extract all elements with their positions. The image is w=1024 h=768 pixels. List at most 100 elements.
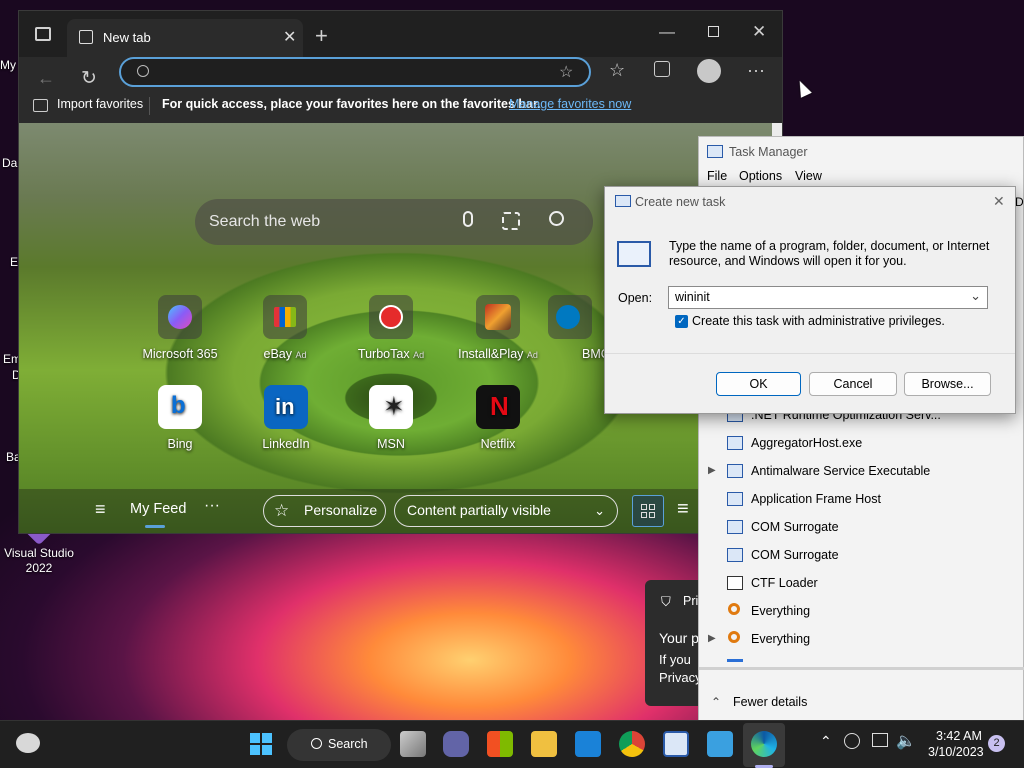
import-favorites-button[interactable]: Import favorites (57, 97, 143, 111)
tile-bing[interactable]: b Bing (130, 385, 230, 451)
back-icon[interactable]: ← (37, 69, 55, 87)
close-window-icon[interactable]: ✕ (752, 23, 766, 40)
ad-badge: Ad (295, 350, 307, 360)
process-row[interactable]: COM Surrogate (699, 513, 1024, 541)
tile-install-and-play[interactable]: Install&Play Ad (448, 295, 548, 361)
list-view-icon[interactable]: ≡ (677, 498, 689, 521)
tile-msn[interactable]: ✶ MSN (341, 385, 441, 451)
tab-new-tab[interactable]: New tab ✕ (67, 19, 303, 57)
tile-bmo[interactable]: BMO (544, 295, 610, 361)
process-row[interactable]: CTF Loader (699, 569, 1024, 597)
chevron-down-icon[interactable]: ⌄ (970, 288, 981, 304)
close-tab-icon[interactable]: ✕ (283, 27, 296, 47)
network-icon[interactable] (872, 733, 888, 747)
cancel-button[interactable]: Cancel (809, 372, 897, 396)
tile-ebay[interactable]: eBay Ad (235, 295, 335, 361)
magnifier-icon (728, 631, 740, 643)
run-icon (615, 195, 631, 207)
open-combobox[interactable]: wininit ⌄ (668, 286, 988, 309)
collections-icon[interactable] (654, 61, 670, 77)
expand-chevron-icon[interactable]: ▶ (708, 457, 716, 485)
tab-actions-icon[interactable] (35, 27, 51, 41)
web-search-box[interactable]: Search the web (195, 199, 593, 245)
clock-date[interactable]: 3/10/2023 (928, 745, 984, 759)
address-bar[interactable]: ☆ (119, 57, 591, 87)
personalize-button[interactable]: ☆ Personalize (263, 495, 386, 527)
dialog-close-icon[interactable]: ✕ (993, 193, 1005, 210)
ok-button[interactable]: OK (716, 372, 801, 396)
maximize-icon[interactable] (708, 26, 719, 37)
column-header-partial[interactable]: De (1015, 195, 1024, 209)
expand-chevron-icon[interactable]: ▶ (708, 625, 716, 653)
run-dialog-taskbar-icon[interactable] (707, 731, 733, 757)
process-row[interactable]: Everything (699, 597, 1024, 625)
notification-count-badge[interactable]: 2 (988, 735, 1005, 752)
details-divider (699, 667, 1024, 670)
show-hidden-icons-chevron-icon[interactable]: ⌃ (820, 733, 832, 750)
my-feed-tab[interactable]: My Feed (130, 501, 186, 517)
tile-netflix[interactable]: N Netflix (448, 385, 548, 451)
fewer-details-button[interactable]: Fewer details (733, 695, 807, 709)
manage-favorites-link[interactable]: Manage favorites now (509, 97, 631, 111)
menu-file[interactable]: File (707, 169, 727, 183)
voice-search-icon[interactable] (463, 211, 473, 227)
process-row[interactable]: ▶ Antimalware Service Executable (699, 457, 1024, 485)
process-name: AggregatorHost.exe (751, 436, 863, 450)
process-row[interactable]: AggregatorHost.exe (699, 429, 1024, 457)
profile-avatar-icon[interactable] (697, 59, 721, 83)
program-icon (617, 241, 651, 267)
grid-view-icon[interactable] (632, 495, 664, 527)
search-icon[interactable] (549, 211, 564, 226)
privacy-notification[interactable]: ⛉ Pri Your p If you Privacy (645, 580, 705, 706)
chevron-up-icon[interactable]: ⌃ (711, 695, 721, 709)
content-visibility-label: Content partially visible (407, 502, 551, 518)
task-view-icon[interactable] (400, 731, 426, 757)
tile-microsoft-365[interactable]: Microsoft 365 (130, 295, 230, 361)
menu-options[interactable]: Options (739, 169, 782, 183)
microsoft-store-icon[interactable] (487, 731, 513, 757)
admin-privileges-label[interactable]: Create this task with administrative pri… (692, 314, 945, 328)
feed-more-icon[interactable]: ··· (204, 497, 220, 515)
notification-body: If you (659, 652, 691, 667)
tile-turbotax[interactable]: TurboTax Ad (341, 295, 441, 361)
task-manager-taskbar-icon[interactable] (663, 731, 689, 757)
open-input-value[interactable]: wininit (675, 290, 710, 304)
magnifier-icon (728, 603, 740, 615)
browse-button[interactable]: Browse... (904, 372, 991, 396)
mail-icon[interactable] (575, 731, 601, 757)
teams-chat-icon[interactable] (443, 731, 469, 757)
tile-label: Install&Play (458, 347, 524, 361)
process-icon (727, 492, 743, 506)
tile-label: eBay (263, 347, 293, 361)
new-tab-plus-icon[interactable]: + (315, 25, 328, 47)
desktop-icon-e[interactable]: E (10, 255, 18, 269)
desktop-icon-label: Visual Studio 2022 (4, 546, 74, 575)
volume-icon[interactable]: 🔈 (896, 731, 916, 751)
process-row[interactable]: COM Surrogate (699, 541, 1024, 569)
edge-icon[interactable] (751, 731, 777, 757)
menu-view[interactable]: View (795, 169, 822, 183)
content-visibility-dropdown[interactable]: Content partially visible ⌄ (394, 495, 618, 527)
clock-time[interactable]: 3:42 AM (936, 729, 982, 743)
weather-icon[interactable] (16, 733, 40, 753)
notification-body-2: Privacy (659, 670, 702, 685)
process-row[interactable]: ▶ Everything (699, 625, 1024, 653)
admin-privileges-checkbox[interactable]: ✓ (675, 315, 688, 328)
tile-label: BMO (582, 347, 611, 361)
more-options-icon[interactable]: ··· (747, 61, 765, 79)
add-favorite-icon[interactable]: ☆ (559, 62, 573, 82)
process-row[interactable]: Application Frame Host (699, 485, 1024, 513)
desktop-icon-da[interactable]: Da (2, 156, 17, 170)
security-icon[interactable] (844, 733, 860, 749)
file-explorer-icon[interactable] (531, 731, 557, 757)
taskbar-search[interactable]: Search (287, 729, 391, 761)
desktop-icon-my[interactable]: My (0, 58, 16, 72)
favorites-icon[interactable]: ☆ (609, 61, 625, 79)
minimize-icon[interactable]: — (659, 25, 675, 41)
feed-menu-icon[interactable]: ≡ (95, 499, 106, 520)
visual-search-icon[interactable] (502, 212, 520, 230)
chrome-icon[interactable] (619, 731, 645, 757)
refresh-icon[interactable]: ↻ (81, 69, 97, 88)
tile-linkedin[interactable]: in LinkedIn (236, 385, 336, 451)
start-button[interactable] (250, 733, 272, 755)
